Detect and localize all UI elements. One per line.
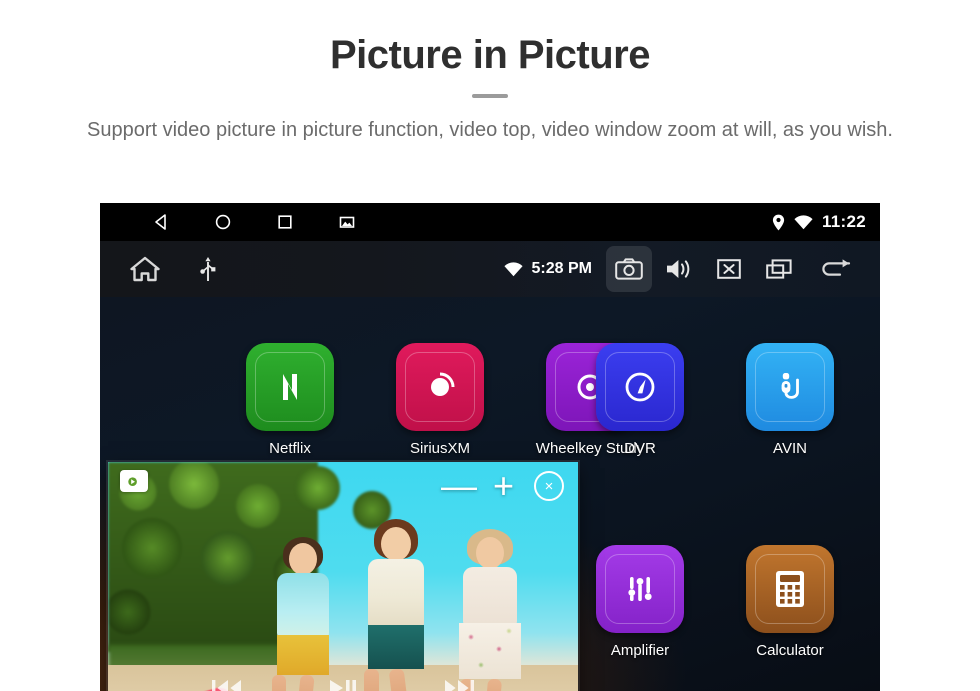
pip-close-button[interactable]: ×: [534, 471, 564, 501]
back-triangle-icon[interactable]: [152, 213, 170, 231]
home-icon[interactable]: [130, 256, 160, 282]
pip-transport-controls: [108, 676, 578, 691]
back-arrow-icon: [818, 258, 852, 280]
home-circle-icon[interactable]: [214, 213, 232, 231]
back-button[interactable]: [806, 246, 864, 292]
app-tile: [396, 343, 484, 431]
recents-stack-icon: [765, 258, 793, 280]
gauge-icon: [620, 367, 660, 407]
status-bar-indicators: 11:22: [772, 203, 866, 241]
page-subtitle: Support video picture in picture functio…: [87, 119, 893, 141]
pip-zoom-in-button[interactable]: +: [493, 468, 514, 504]
speaker-icon: [665, 258, 693, 280]
screenshot-icon[interactable]: [338, 213, 356, 231]
pip-video-window[interactable]: seicane — + ×: [108, 462, 578, 691]
close-app-button[interactable]: [706, 246, 752, 292]
camera-button[interactable]: [606, 246, 652, 292]
x-box-icon: [716, 258, 742, 280]
pip-window-controls: — + ×: [441, 468, 564, 504]
app-label: Netflix: [269, 440, 311, 457]
recents-square-icon[interactable]: [276, 213, 294, 231]
tool-bar-clock: 5:28 PM: [531, 260, 592, 277]
app-label: SiriusXM: [409, 440, 470, 457]
app-avin[interactable]: AVIN: [734, 343, 846, 457]
status-bar-nav-group: [152, 213, 356, 231]
netflix-icon: [273, 370, 307, 404]
sliders-icon: [620, 569, 660, 609]
title-divider: [472, 94, 508, 98]
recent-apps-button[interactable]: [756, 246, 802, 292]
hero-section: Picture in Picture Support video picture…: [0, 0, 980, 145]
status-bar-clock: 11:22: [821, 212, 866, 231]
calculator-icon: [771, 568, 809, 610]
app-tile: [596, 343, 684, 431]
app-label: Amplifier: [610, 642, 670, 659]
app-siriusxm[interactable]: SiriusXM: [384, 343, 496, 457]
tool-bar-status: 5:28 PM: [503, 260, 592, 278]
pip-zoom-out-button[interactable]: —: [441, 468, 477, 504]
app-label: AVIN: [773, 440, 807, 457]
tool-bar-right-group: 5:28 PM: [503, 241, 864, 297]
next-track-button[interactable]: [442, 676, 476, 691]
app-tile: [746, 343, 834, 431]
siriusxm-icon: [423, 370, 457, 404]
app-tile: [246, 343, 334, 431]
play-pause-button[interactable]: [328, 676, 358, 691]
device-screen: 11:22 5:28 PM Netflix SiriusXM Wheelkey …: [100, 203, 880, 691]
previous-track-button[interactable]: [210, 676, 244, 691]
app-amplifier[interactable]: Amplifier: [584, 545, 696, 659]
app-dvr[interactable]: DVR: [584, 343, 696, 457]
app-calculator[interactable]: Calculator: [734, 545, 846, 659]
wifi-icon: [794, 214, 813, 230]
android-status-bar: 11:22: [100, 203, 880, 241]
page-title: Picture in Picture: [330, 33, 650, 77]
camera-icon: [615, 258, 643, 280]
app-tile: [596, 545, 684, 633]
app-netflix[interactable]: Netflix: [234, 343, 346, 457]
video-person-1: [258, 529, 348, 691]
av-plug-icon: [770, 367, 810, 407]
system-tool-bar: 5:28 PM: [100, 241, 880, 297]
tool-bar-left-group: [130, 256, 216, 282]
app-tile: [746, 545, 834, 633]
video-person-3: [440, 523, 540, 691]
wifi-icon: [503, 261, 523, 277]
location-pin-icon: [772, 214, 785, 231]
video-person-2: [348, 517, 444, 691]
app-label: DVR: [624, 440, 656, 457]
video-capture-icon[interactable]: [120, 470, 148, 492]
app-label: Calculator: [756, 642, 824, 659]
usb-icon[interactable]: [200, 256, 216, 282]
app-grid: Netflix SiriusXM Wheelkey Study DVR AVIN…: [100, 297, 880, 691]
volume-button[interactable]: [656, 246, 702, 292]
